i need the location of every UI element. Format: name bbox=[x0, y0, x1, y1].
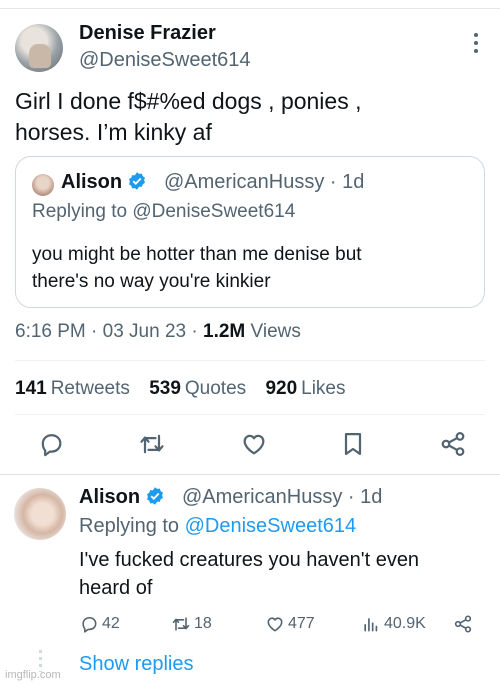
bookmark-button[interactable] bbox=[339, 430, 367, 458]
quotes-count: 539 bbox=[149, 378, 181, 399]
reply-icon bbox=[82, 616, 97, 633]
verified-icon bbox=[129, 172, 146, 190]
divider bbox=[15, 360, 485, 361]
tweet-action-bar bbox=[15, 430, 485, 462]
views-count: 1.2M bbox=[203, 321, 246, 342]
reply-retweet-button[interactable]: 18 bbox=[171, 612, 212, 636]
reply-like-button[interactable]: 477 bbox=[265, 612, 315, 636]
quote-text: you might be hotter than me denise but t… bbox=[32, 244, 362, 292]
quote-replying-to: Replying to @DeniseSweet614 bbox=[32, 201, 296, 222]
reply-avatar[interactable] bbox=[14, 488, 66, 540]
reply-reply-button[interactable]: 42 bbox=[79, 612, 120, 636]
engagement-stats: 141 Retweets 539 Quotes 920 Likes bbox=[15, 378, 360, 400]
quote-author-name[interactable]: Alison bbox=[61, 171, 147, 194]
share-icon bbox=[454, 615, 472, 633]
reply-likes-count: 477 bbox=[288, 615, 315, 632]
reply-button[interactable] bbox=[37, 430, 65, 458]
like-icon bbox=[267, 617, 283, 632]
like-icon bbox=[243, 434, 265, 455]
views-label: Views bbox=[245, 321, 301, 342]
quote-avatar[interactable] bbox=[32, 174, 54, 196]
reply-text: I've fucked creatures you haven't even h… bbox=[79, 549, 420, 599]
reply-icon bbox=[41, 434, 62, 457]
retweet-button[interactable] bbox=[138, 430, 166, 458]
replying-prefix: Replying to bbox=[79, 515, 185, 537]
tweet-meta: 6:16 PM · 03 Jun 23 · 1.2M Views bbox=[15, 321, 301, 343]
watermark: imgflip.com bbox=[5, 669, 61, 681]
author-avatar[interactable] bbox=[15, 24, 63, 72]
tweet-time[interactable]: 6:16 PM · 03 Jun 23 · bbox=[15, 321, 203, 342]
author-handle[interactable]: @DeniseSweet614 bbox=[79, 49, 251, 72]
quoted-tweet[interactable]: Alison @AmericanHussy · 1d Replying to @… bbox=[15, 156, 485, 308]
tweet-text: Girl I done f$#%ed dogs , ponies , horse… bbox=[15, 88, 362, 145]
reply-handle-time: @AmericanHussy · 1d bbox=[182, 486, 383, 508]
section-divider bbox=[0, 474, 500, 475]
reply-replies-count: 42 bbox=[102, 615, 120, 632]
show-replies-link[interactable]: Show replies bbox=[79, 653, 194, 676]
reply-author-name[interactable]: Alison bbox=[79, 486, 165, 509]
verified-icon bbox=[147, 487, 164, 505]
views-icon bbox=[364, 618, 378, 632]
retweet-icon bbox=[140, 434, 164, 454]
bookmark-icon bbox=[344, 432, 362, 456]
retweets-label: Retweets bbox=[50, 378, 130, 399]
share-icon bbox=[441, 432, 465, 456]
more-icon[interactable] bbox=[473, 32, 479, 54]
share-button[interactable] bbox=[439, 430, 467, 458]
reply-views-button[interactable]: 40.9K bbox=[361, 612, 426, 636]
divider bbox=[15, 414, 485, 415]
reply-share-button[interactable] bbox=[453, 612, 476, 636]
likes-label: Likes bbox=[301, 378, 346, 399]
retweet-icon bbox=[172, 617, 190, 631]
reply-name-text: Alison bbox=[79, 486, 141, 508]
quote-handle-time: @AmericanHussy · 1d bbox=[164, 171, 365, 193]
quotes-stat[interactable]: 539 Quotes bbox=[149, 378, 246, 399]
reply-retweets-count: 18 bbox=[194, 615, 212, 632]
reply-action-bar: 42 18 477 40.9K bbox=[79, 612, 489, 636]
retweets-stat[interactable]: 141 Retweets bbox=[15, 378, 130, 399]
quotes-label: Quotes bbox=[184, 378, 247, 399]
retweets-count: 141 bbox=[15, 378, 47, 399]
reply-replying-to: Replying to @DeniseSweet614 bbox=[79, 515, 356, 538]
author-name[interactable]: Denise Frazier bbox=[79, 22, 216, 45]
top-divider bbox=[0, 8, 500, 9]
like-button[interactable] bbox=[240, 430, 268, 458]
reply-views-count: 40.9K bbox=[384, 615, 426, 632]
quote-name-text: Alison bbox=[61, 171, 123, 193]
likes-count: 920 bbox=[265, 378, 298, 399]
replying-handle-link[interactable]: @DeniseSweet614 bbox=[185, 515, 357, 537]
likes-stat[interactable]: 920 Likes bbox=[265, 378, 345, 399]
